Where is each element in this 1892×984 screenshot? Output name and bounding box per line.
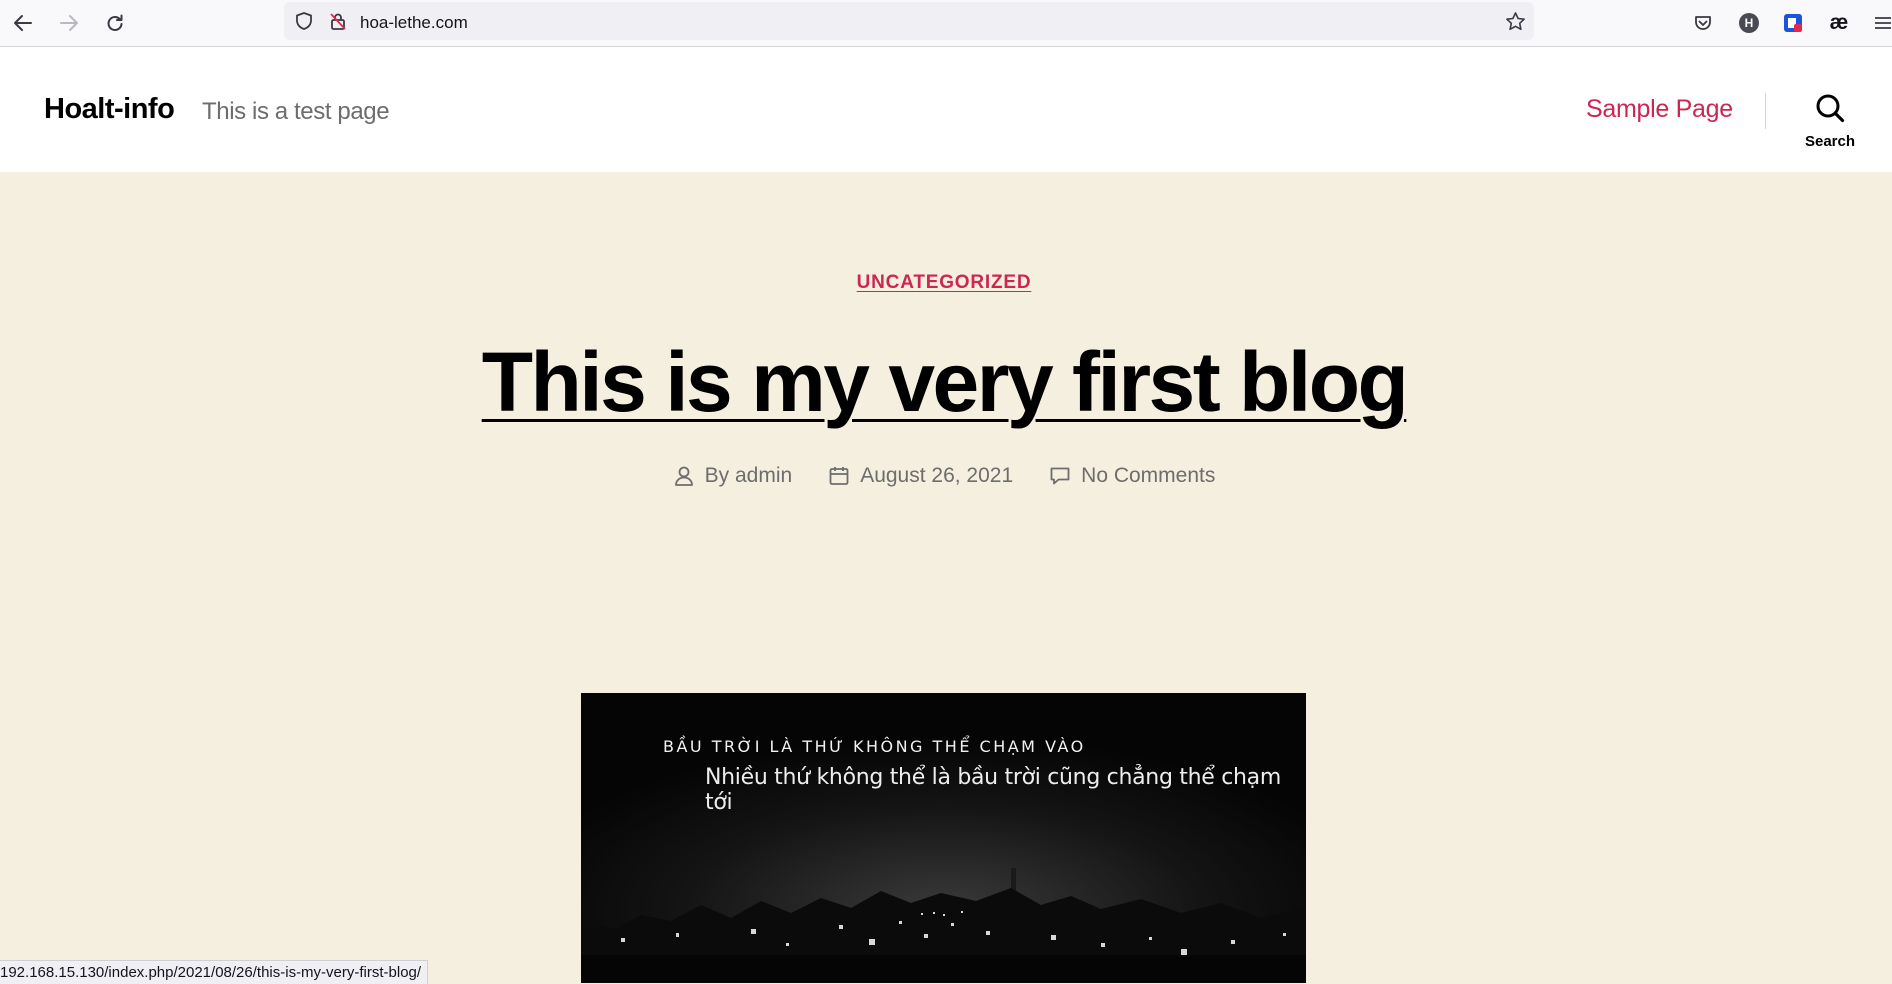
hamburger-menu-icon [1875,17,1891,29]
post-category: UNCATEGORIZED [0,272,1888,294]
url-text[interactable]: hoa-lethe.com [360,13,468,33]
site-title-link[interactable]: Hoalt-info [44,93,175,126]
pocket-button[interactable] [1690,10,1716,36]
reload-icon [107,14,123,31]
search-icon [1816,94,1845,123]
menu-item-sample-page[interactable]: Sample Page [1586,95,1733,124]
category-link[interactable]: UNCATEGORIZED [857,272,1032,293]
forward-button[interactable] [56,10,82,36]
extension-translate-icon [1784,14,1802,32]
image-caption-subtitle: Nhiều thứ không thể là bầu trời cũng chẳ… [705,765,1281,815]
post-date: August 26, 2021 [828,464,1013,488]
calendar-icon [829,467,849,485]
url-bar[interactable]: hoa-lethe.com [284,2,1534,40]
featured-image: BẦU TRỜI LÀ THỨ KHÔNG THỂ CHẠM VÀO Nhiều… [581,693,1306,983]
image-caption-heading: BẦU TRỜI LÀ THỨ KHÔNG THỂ CHẠM VÀO [663,737,1086,756]
extension-h-button[interactable]: H [1736,10,1762,36]
post-comments-link[interactable]: No Comments [1081,464,1215,488]
user-icon [674,466,693,486]
browser-toolbar: hoa-lethe.com H æ [0,0,1892,47]
back-button[interactable] [10,10,36,36]
site-header: Hoalt-info This is a test page Sample Pa… [0,47,1892,172]
search-toggle-button[interactable]: Search [1800,91,1860,151]
extension-h-icon: H [1739,13,1759,33]
extension-h-label: H [1744,16,1754,30]
bookmark-star-icon[interactable] [1505,11,1526,32]
post-comments: No Comments [1049,464,1215,488]
forward-arrow-icon [60,15,78,31]
extension-translate-button[interactable] [1780,10,1806,36]
extension-ae-icon: æ [1829,11,1849,34]
comment-icon [1050,467,1070,485]
post-author-link[interactable]: By admin [705,464,793,488]
link-status-bar: 192.168.15.130/index.php/2021/08/26/this… [0,960,429,984]
app-menu-button[interactable] [1872,10,1892,36]
pocket-icon [1695,16,1711,30]
post-meta: By admin August 26, 2021 No Comments [0,464,1888,488]
tracking-shield-icon[interactable] [294,11,314,31]
back-arrow-icon [14,15,32,31]
site-description: This is a test page [202,98,390,125]
post-date-link[interactable]: August 26, 2021 [860,464,1013,488]
header-divider [1765,93,1766,129]
post-author: By admin [673,464,793,488]
reload-button[interactable] [102,10,128,36]
extension-ae-button[interactable]: æ [1826,10,1852,36]
search-label: Search [1804,133,1856,150]
post-title-link[interactable]: This is my very first blog [0,334,1888,431]
insecure-lock-icon[interactable] [328,11,348,31]
